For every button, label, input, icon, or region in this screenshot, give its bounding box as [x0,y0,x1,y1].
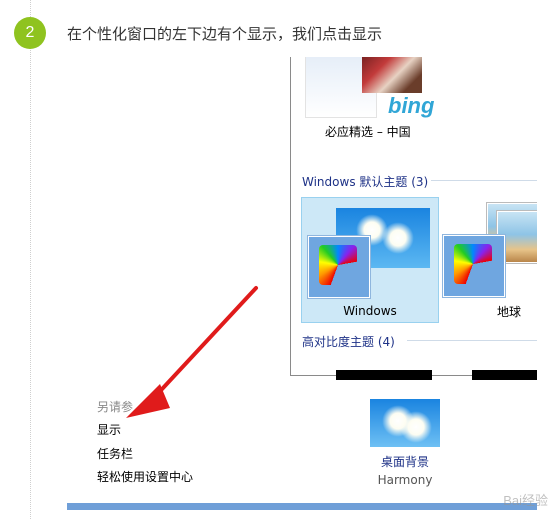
red-pointer-arrow [126,286,258,418]
watermark: Bai经验 [503,493,548,508]
